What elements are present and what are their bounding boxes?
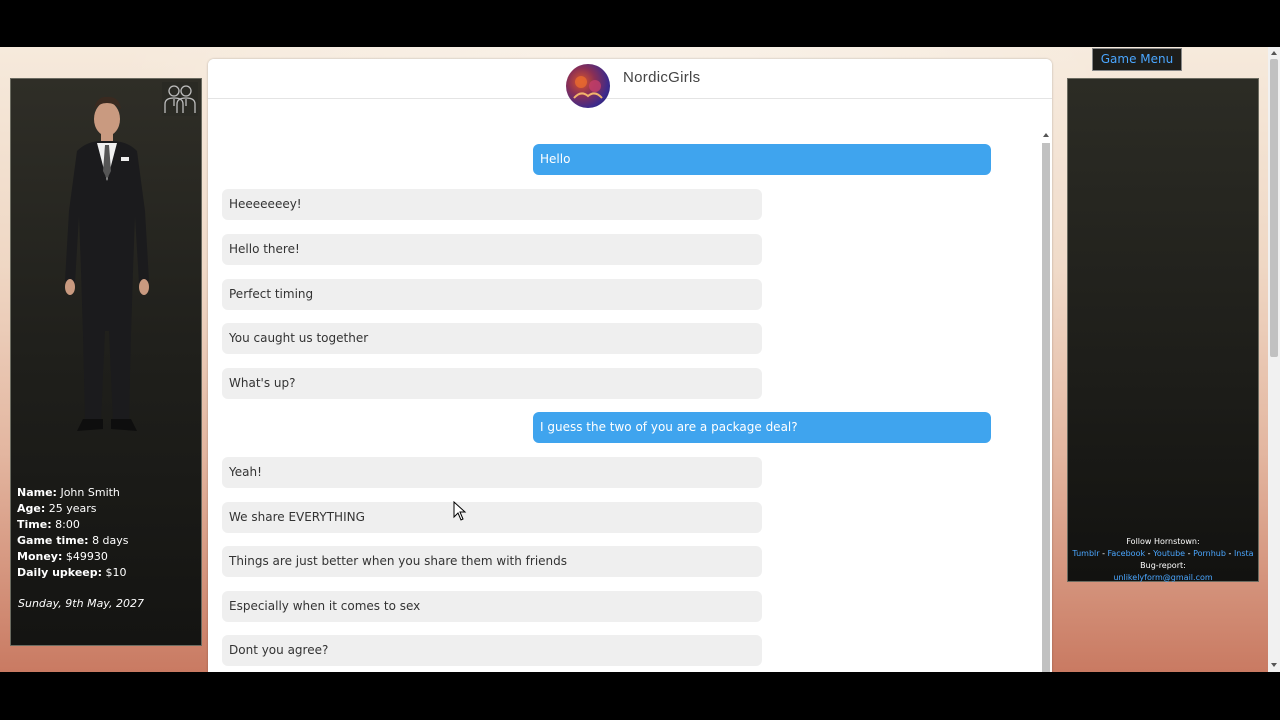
message-incoming: Yeah! (222, 457, 762, 488)
page-scroll-up-icon[interactable] (1271, 51, 1277, 55)
link-insta[interactable]: Insta (1234, 549, 1254, 558)
link-tumblr[interactable]: Tumblr (1072, 549, 1099, 558)
stat-upkeep: Daily upkeep: $10 (17, 566, 127, 579)
social-links: Tumblr - Facebook - Youtube - Pornhub - … (1068, 548, 1258, 560)
bug-report-email[interactable]: unlikelyform@gmail.com (1113, 573, 1212, 582)
page-scroll-down-icon[interactable] (1271, 663, 1277, 667)
link-pornhub[interactable]: Pornhub (1193, 549, 1226, 558)
link-separator: - (1099, 549, 1108, 558)
message-incoming: Dont you agree? (222, 635, 762, 666)
message-outgoing: I guess the two of you are a package dea… (533, 412, 991, 443)
player-stats: Name: John Smith Age: 25 years Time: 8:0… (17, 485, 129, 581)
letterbox-top (0, 0, 1280, 47)
message-incoming: What's up? (222, 368, 762, 399)
message-incoming: Heeeeeeey! (222, 189, 762, 220)
stat-name: Name: John Smith (17, 486, 120, 499)
scroll-up-arrow-icon[interactable] (1043, 133, 1049, 137)
message-incoming: Hello there! (222, 234, 762, 265)
message-list[interactable]: Hello Heeeeeeey! Hello there! Perfect ti… (208, 59, 1052, 672)
scroll-thumb[interactable] (1042, 143, 1050, 672)
message-incoming: Perfect timing (222, 279, 762, 310)
info-panel: Follow Hornstown: Tumblr - Facebook - Yo… (1067, 78, 1259, 582)
stat-money: Money: $49930 (17, 550, 108, 563)
link-separator: - (1225, 549, 1234, 558)
link-separator: - (1185, 549, 1194, 558)
player-avatar (65, 96, 149, 431)
page-scrollbar[interactable] (1268, 47, 1280, 672)
link-facebook[interactable]: Facebook (1108, 549, 1146, 558)
chat-window: Hello Heeeeeeey! Hello there! Perfect ti… (208, 59, 1052, 672)
follow-label: Follow Hornstown: (1126, 537, 1200, 546)
current-date: Sunday, 9th May, 2027 (18, 597, 144, 610)
stat-time: Time: 8:00 (17, 518, 80, 531)
contact-name: NordicGirls (623, 69, 701, 86)
message-outgoing: Hello (533, 144, 991, 175)
message-incoming: Especially when it comes to sex (222, 591, 762, 622)
link-youtube[interactable]: Youtube (1153, 549, 1185, 558)
contact-avatar[interactable] (566, 64, 610, 108)
game-menu-button[interactable]: Game Menu (1092, 48, 1182, 71)
game-stage: Name: John Smith Age: 25 years Time: 8:0… (0, 47, 1280, 672)
friends-icon[interactable] (162, 82, 198, 116)
stat-game-time: Game time: 8 days (17, 534, 129, 547)
stat-age: Age: 25 years (17, 502, 97, 515)
link-separator: - (1145, 549, 1154, 558)
letterbox-bottom (0, 672, 1280, 720)
message-incoming: Things are just better when you share th… (222, 546, 762, 577)
character-panel: Name: John Smith Age: 25 years Time: 8:0… (10, 78, 202, 646)
message-incoming: We share EVERYTHING (222, 502, 762, 533)
follow-links: Follow Hornstown: Tumblr - Facebook - Yo… (1068, 536, 1258, 584)
message-incoming: You caught us together (222, 323, 762, 354)
bug-report-label: Bug-report: (1140, 561, 1186, 570)
cursor-icon (453, 501, 467, 521)
chat-header: NordicGirls (208, 59, 1052, 108)
chat-scrollbar[interactable] (1041, 133, 1051, 672)
page-scroll-thumb[interactable] (1270, 59, 1278, 357)
